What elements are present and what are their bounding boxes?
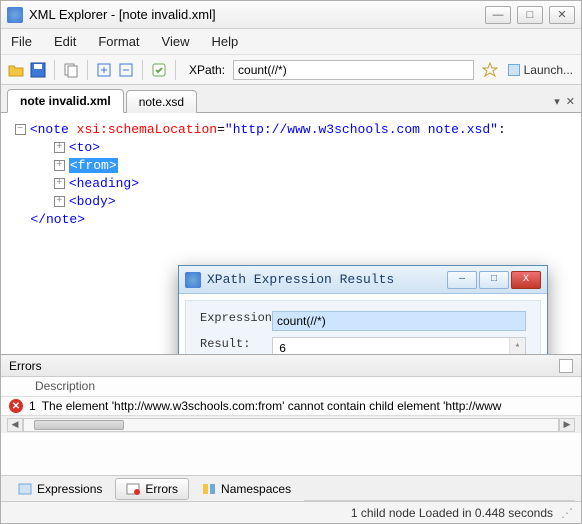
tab-namespaces-label: Namespaces — [221, 482, 291, 496]
xml-attr-name: xsi:schemaLocation — [77, 122, 217, 137]
app-icon — [7, 7, 23, 23]
toolbar: XPath: Launch... — [1, 55, 581, 85]
dialog-close-button[interactable]: X — [511, 271, 541, 289]
tab-dropdown-icon[interactable]: ▾ — [554, 95, 560, 108]
xml-editor[interactable]: −<note xsi:schemaLocation="http://www.w3… — [1, 113, 581, 355]
menu-edit[interactable]: Edit — [54, 34, 76, 49]
result-value: 6 — [279, 342, 286, 355]
maximize-button[interactable]: □ — [517, 6, 543, 24]
tab-note-invalid[interactable]: note invalid.xml — [7, 89, 124, 113]
result-label: Result: — [200, 337, 272, 355]
result-box: 6 ▴▾ — [272, 337, 526, 355]
xml-tag-from-selected[interactable]: <from> — [69, 158, 118, 173]
scroll-thumb[interactable] — [34, 420, 124, 430]
xml-tag-note: <note — [30, 122, 69, 137]
favorite-icon[interactable] — [481, 61, 499, 79]
separator — [175, 60, 176, 80]
expressions-icon — [18, 482, 32, 496]
open-icon[interactable] — [7, 61, 25, 79]
expand-toggle[interactable]: + — [54, 178, 65, 189]
expand-icon[interactable] — [95, 61, 113, 79]
errors-column-description[interactable]: Description — [1, 377, 581, 397]
copy-icon[interactable] — [62, 61, 80, 79]
dialog-body: Expression: Result: 6 ▴▾ — [185, 300, 541, 355]
xml-tag-note-close: </note> — [30, 212, 85, 227]
error-row[interactable]: ✕ 1 The element 'http://www.w3schools.co… — [1, 397, 581, 415]
dialog-app-icon — [185, 272, 201, 288]
expression-input[interactable] — [272, 311, 526, 331]
separator — [87, 60, 88, 80]
error-number: 1 — [29, 399, 36, 413]
xml-attr-value: "http://www.w3schools.com note.xsd" — [225, 122, 498, 137]
tab-namespaces[interactable]: Namespaces — [191, 478, 302, 500]
result-scrollbar[interactable]: ▴▾ — [509, 338, 525, 355]
errors-icon — [126, 482, 140, 496]
errors-hscrollbar[interactable]: ◀ ▶ — [1, 415, 581, 433]
expression-label: Expression: — [200, 311, 272, 325]
xml-tail: : — [498, 122, 506, 137]
tab-note-xsd[interactable]: note.xsd — [126, 90, 197, 113]
main-window: XML Explorer - [note invalid.xml] — □ ✕ … — [0, 0, 582, 524]
dialog-minimize-button[interactable]: — — [447, 271, 477, 289]
errors-title: Errors — [9, 359, 42, 373]
xpath-results-dialog: XPath Expression Results — □ X Expressio… — [178, 265, 548, 355]
expand-toggle[interactable]: + — [54, 142, 65, 153]
pin-icon[interactable] — [559, 359, 573, 373]
validate-icon[interactable] — [150, 61, 168, 79]
dialog-title: XPath Expression Results — [207, 272, 447, 287]
expand-toggle[interactable]: + — [54, 196, 65, 207]
tab-errors[interactable]: Errors — [115, 478, 189, 500]
tab-expressions[interactable]: Expressions — [7, 478, 113, 500]
save-icon[interactable] — [29, 61, 47, 79]
expand-toggle[interactable]: + — [54, 160, 65, 171]
namespaces-icon — [202, 482, 216, 496]
collapse-icon[interactable] — [117, 61, 135, 79]
errors-header: Errors — [1, 355, 581, 377]
status-text: 1 child node Loaded in 0.448 seconds — [351, 506, 553, 520]
launch-label: Launch... — [524, 63, 573, 77]
statusbar: 1 child node Loaded in 0.448 seconds ⋰ — [1, 501, 581, 523]
menubar: File Edit Format View Help — [1, 29, 581, 55]
tab-close-icon[interactable]: ✕ — [566, 95, 575, 108]
xml-tag-body: <body> — [69, 194, 116, 209]
error-description: The element 'http://www.w3schools.com:fr… — [42, 399, 502, 413]
menu-file[interactable]: File — [11, 34, 32, 49]
xml-tag-heading: <heading> — [69, 176, 139, 191]
resize-grip-icon[interactable]: ⋰ — [561, 506, 571, 520]
dialog-titlebar[interactable]: XPath Expression Results — □ X — [179, 266, 547, 294]
xml-tag-to: <to> — [69, 140, 100, 155]
xpath-label: XPath: — [189, 63, 225, 77]
error-icon: ✕ — [9, 399, 23, 413]
menu-help[interactable]: Help — [211, 34, 238, 49]
scroll-right-icon[interactable]: ▶ — [559, 418, 575, 432]
xml-eq: = — [217, 122, 225, 137]
separator — [54, 60, 55, 80]
separator — [142, 60, 143, 80]
window-buttons: — □ ✕ — [485, 6, 575, 24]
scroll-track[interactable] — [23, 418, 559, 432]
bottom-tabs: Expressions Errors Namespaces — [1, 475, 581, 501]
launch-icon — [508, 64, 520, 76]
collapse-toggle[interactable]: − — [15, 124, 26, 135]
minimize-button[interactable]: — — [485, 6, 511, 24]
menu-format[interactable]: Format — [98, 34, 139, 49]
titlebar: XML Explorer - [note invalid.xml] — □ ✕ — [1, 1, 581, 29]
scroll-left-icon[interactable]: ◀ — [7, 418, 23, 432]
document-tabs: note invalid.xml note.xsd ▾ ✕ — [1, 85, 581, 113]
tab-expressions-label: Expressions — [37, 482, 102, 496]
menu-view[interactable]: View — [162, 34, 190, 49]
launch-button[interactable]: Launch... — [508, 63, 573, 77]
tab-errors-label: Errors — [145, 482, 178, 496]
xpath-input[interactable] — [233, 60, 474, 80]
dialog-maximize-button[interactable]: □ — [479, 271, 509, 289]
window-title: XML Explorer - [note invalid.xml] — [29, 7, 485, 22]
errors-panel: Errors Description ✕ 1 The element 'http… — [1, 355, 581, 475]
close-button[interactable]: ✕ — [549, 6, 575, 24]
